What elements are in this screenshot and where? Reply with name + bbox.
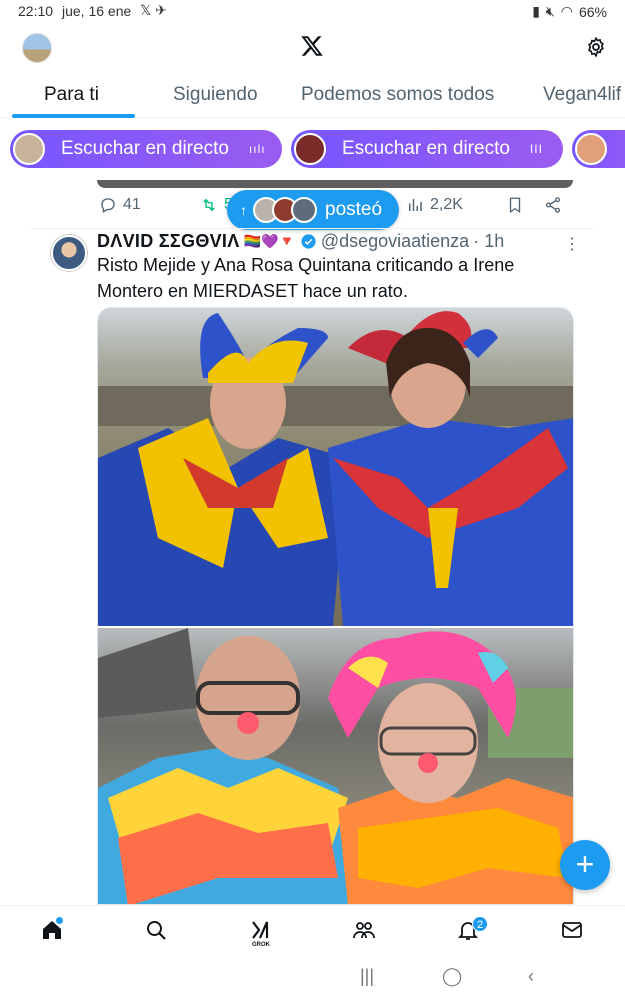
android-navigation-bar: ||| ◯ ‹ — [0, 955, 625, 1000]
bookmark-button[interactable] — [506, 196, 524, 214]
top-bar — [0, 28, 625, 68]
space-host-avatar — [13, 133, 45, 165]
tweet-media[interactable] — [97, 307, 574, 905]
settings-gear-icon[interactable] — [585, 36, 607, 58]
new-posts-pill[interactable]: ↑ posteó — [227, 190, 399, 230]
mail-icon — [562, 922, 582, 938]
tweet-image-jesters[interactable] — [98, 308, 573, 626]
tab-vegan4lif[interactable]: Vegan4lif — [543, 84, 621, 106]
space-pill-3[interactable] — [572, 130, 625, 168]
tab-siguiendo[interactable]: Siguiendo — [173, 84, 258, 106]
avatar — [291, 197, 317, 223]
posters-avatars — [253, 197, 317, 223]
recents-icon[interactable]: ||| — [360, 966, 374, 987]
more-options-icon[interactable]: ⋮ — [564, 234, 580, 254]
profile-avatar[interactable] — [22, 33, 52, 63]
author-display-name[interactable]: DΛVID ƩƩGΘVIΛ — [97, 231, 240, 252]
bookmark-icon — [509, 197, 521, 214]
space-pill-1[interactable]: Escuchar en directo ıılı — [10, 130, 282, 168]
spaces-strip: Escuchar en directo ıılı Escuchar en dir… — [0, 128, 625, 172]
tweet-text: Risto Mejide y Ana Rosa Quintana critica… — [97, 255, 515, 301]
battery-level: 66% — [578, 3, 607, 20]
audio-bars-icon: ıılı — [248, 142, 266, 156]
views-icon — [409, 199, 422, 211]
x-logo-icon[interactable] — [300, 34, 324, 58]
reply-icon — [101, 198, 115, 213]
status-right: ▮ 🔇︎ ◠ 66% — [532, 3, 607, 20]
retweet-icon — [203, 198, 215, 212]
status-bar: 22:10 jue, 16 ene 𝕏 ✈ ▮ 🔇︎ ◠ 66% — [0, 0, 625, 24]
tweet-image-clowns[interactable] — [98, 628, 573, 904]
mute-icon: 🔇︎ — [545, 3, 555, 19]
verified-badge-icon — [301, 234, 316, 249]
space-pill-2[interactable]: Escuchar en directo III — [291, 130, 563, 168]
views-button[interactable]: 2,2K — [406, 196, 463, 214]
search-icon — [147, 921, 166, 940]
compose-post-button[interactable]: + — [560, 840, 610, 890]
views-count: 2,2K — [430, 196, 463, 213]
grok-icon — [252, 921, 269, 939]
bottom-navigation: GROK 2 — [0, 905, 625, 955]
search-tab[interactable] — [144, 918, 170, 944]
tab-para-ti[interactable]: Para ti — [44, 84, 99, 106]
tab-podemos-somos-todos[interactable]: Podemos somos todos — [301, 84, 494, 106]
arrow-up-icon: ↑ — [240, 202, 247, 218]
share-icon — [545, 197, 561, 213]
audio-bars-icon: III — [529, 142, 543, 156]
battery-saver-icon: ▮ — [532, 3, 540, 19]
clowns-illustration — [98, 628, 573, 904]
tweet-divider — [30, 228, 595, 229]
notifications-badge: 2 — [472, 916, 488, 932]
author-handle[interactable]: @dsegoviaatienza — [321, 231, 469, 252]
messages-tab[interactable] — [560, 918, 586, 944]
wifi-icon: ◠ — [560, 3, 573, 19]
home-circle-icon[interactable]: ◯ — [442, 966, 462, 987]
space-host-avatar — [575, 133, 607, 165]
tweet-header: DΛVID ƩƩGΘVIΛ 🏳️‍🌈💜🔻 @dsegoviaatienza · … — [97, 231, 504, 252]
timeline-tabs: Para ti Siguiendo Podemos somos todos Ve… — [0, 78, 625, 118]
home-unread-dot — [56, 917, 63, 924]
communities-tab[interactable] — [352, 918, 378, 944]
space-pill-label: Escuchar en directo — [61, 138, 229, 159]
share-button[interactable] — [544, 196, 562, 214]
space-pill-label: Escuchar en directo — [342, 138, 510, 159]
status-time: 22:10 — [18, 3, 54, 19]
back-icon[interactable]: ‹ — [528, 966, 534, 987]
jesters-illustration — [98, 311, 573, 626]
reply-button[interactable]: 41 — [99, 196, 141, 214]
tweet-author-avatar[interactable] — [51, 235, 87, 271]
name-emojis: 🏳️‍🌈💜🔻 — [243, 233, 296, 249]
grok-tab[interactable] — [248, 918, 274, 944]
status-date: jue, 16 ene — [62, 3, 132, 19]
grok-label: GROK — [252, 942, 270, 948]
notification-icons: 𝕏 ✈ — [140, 2, 167, 18]
active-tab-indicator — [12, 114, 135, 118]
space-host-avatar — [294, 133, 326, 165]
tweet-time: · 1h — [473, 231, 505, 251]
communities-icon — [353, 922, 375, 939]
previous-tweet-media[interactable] — [97, 180, 573, 188]
reply-count: 41 — [123, 196, 141, 213]
posted-label: posteó — [325, 199, 383, 220]
